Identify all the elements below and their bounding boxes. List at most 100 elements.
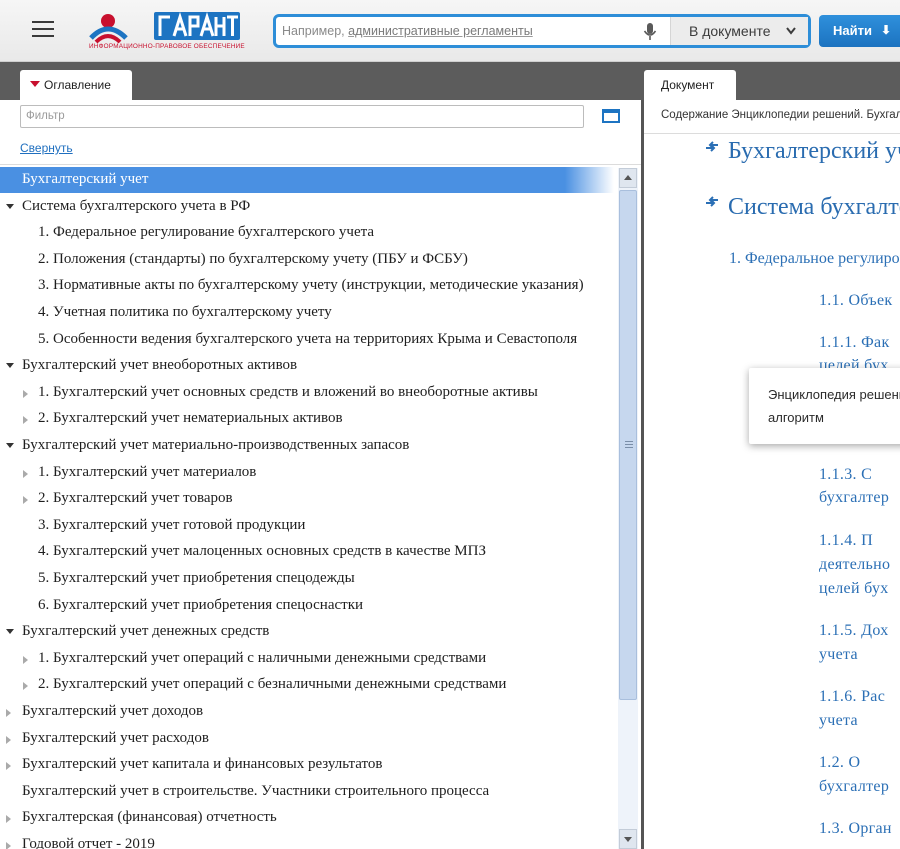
toc-item-label: 5. Бухгалтерский учет приобретения спецо…: [38, 570, 355, 586]
toc-item[interactable]: 2. Бухгалтерский учет нематериальных акт…: [0, 406, 614, 432]
toc-item[interactable]: 4. Бухгалтерский учет малоценных основны…: [0, 539, 614, 565]
collapsed-triangle-icon[interactable]: [6, 762, 11, 771]
collapsed-triangle-icon[interactable]: [6, 815, 11, 824]
document-toc-link[interactable]: бухгалтер: [819, 489, 889, 507]
document-toc-link[interactable]: 1.1.4. П: [819, 532, 873, 550]
toc-item[interactable]: 6. Бухгалтерский учет приобретения спецо…: [0, 593, 614, 619]
toc-item[interactable]: Бухгалтерский учет материально-производс…: [0, 433, 614, 459]
filter-placeholder: Фильтр: [26, 110, 65, 122]
toc-item[interactable]: Бухгалтерский учет внеоборотных активов: [0, 353, 614, 379]
tab-document[interactable]: Документ: [644, 70, 736, 100]
filter-input[interactable]: Фильтр: [20, 105, 584, 128]
anchor-link-icon[interactable]: [705, 141, 719, 153]
filter-panel-icon[interactable]: [602, 109, 620, 123]
toc-item-label: 2. Бухгалтерский учет товаров: [38, 490, 233, 507]
toc-item[interactable]: 5. Особенности ведения бухгалтерского уч…: [0, 327, 614, 353]
tooltip: Энциклопедия решений — алгоритм: [749, 368, 900, 444]
toc-item[interactable]: Бухгалтерская (финансовая) отчетность: [0, 805, 614, 831]
scroll-up-button[interactable]: [619, 168, 637, 188]
toc-tree: Бухгалтерский учет Система бухгалтерского…: [0, 167, 614, 849]
document-heading-2[interactable]: Система бухгалтерского учета в РФ: [728, 194, 900, 221]
search-input[interactable]: Например, административные регламенты: [282, 24, 632, 40]
document-toc-link[interactable]: 1.1.3. С: [819, 466, 872, 484]
toc-item-label: 4. Учетная политика по бухгалтерскому уч…: [38, 304, 332, 320]
toc-item-label: 3. Бухгалтерский учет готовой продукции: [38, 516, 306, 533]
document-heading-1[interactable]: Бухгалтерский учет: [728, 138, 900, 165]
collapsed-triangle-icon[interactable]: [23, 389, 28, 398]
document-toc-link[interactable]: 1.1.5. Дох: [819, 622, 889, 640]
toc-item[interactable]: 1. Бухгалтерский учет операций с наличны…: [0, 646, 614, 672]
expanded-triangle-icon[interactable]: [6, 363, 14, 369]
document-panel: Содержание Энциклопедии решений. Бухгалт…: [644, 100, 900, 849]
document-toc-link[interactable]: бухгалтер: [819, 778, 889, 796]
toc-item[interactable]: Бухгалтерский учет доходов: [0, 699, 614, 725]
toc-item[interactable]: 1. Федеральное регулирование бухгалтерск…: [0, 220, 614, 246]
expanded-triangle-icon[interactable]: [6, 203, 14, 209]
scroll-down-button[interactable]: [619, 829, 637, 849]
tab-toc[interactable]: Оглавление: [20, 70, 132, 100]
search-scope-value: В документе: [689, 23, 771, 39]
toc-item-label: 2. Бухгалтерский учет операций с безнали…: [38, 676, 507, 693]
find-button[interactable]: Найти ⬇: [819, 15, 900, 47]
document-toc-link[interactable]: деятельно: [819, 556, 890, 574]
document-toc-link[interactable]: 1.2. О: [819, 754, 860, 772]
toc-item[interactable]: 4. Учетная политика по бухгалтерскому уч…: [0, 300, 614, 326]
find-button-label: Найти: [833, 23, 872, 38]
collapsed-triangle-icon[interactable]: [23, 416, 28, 425]
toc-item-label: Бухгалтерский учет: [22, 171, 149, 187]
document-toc-link[interactable]: 1.1.1. Фак: [819, 334, 890, 352]
toc-item[interactable]: 3. Бухгалтерский учет готовой продукции: [0, 513, 614, 539]
tooltip-line: Энциклопедия решений —: [768, 387, 900, 402]
toc-item[interactable]: 1. Бухгалтерский учет основных средств и…: [0, 380, 614, 406]
scroll-thumb[interactable]: [619, 190, 637, 700]
tab-strip: Оглавление Документ: [0, 62, 900, 100]
breadcrumb: Содержание Энциклопедии решений. Бухгалт…: [661, 109, 900, 121]
tab-document-label: Документ: [661, 78, 715, 92]
expanded-triangle-icon[interactable]: [6, 443, 14, 448]
tab-toc-label: Оглавление: [44, 78, 111, 92]
toc-item[interactable]: 2. Бухгалтерский учет товаров: [0, 486, 614, 512]
hamburger-icon[interactable]: [32, 21, 54, 39]
toc-item[interactable]: 3. Нормативные акты по бухгалтерскому уч…: [0, 273, 614, 299]
collapsed-triangle-icon[interactable]: [23, 469, 28, 478]
toc-item-label: Бухгалтерский учет капитала и финансовых…: [22, 756, 383, 773]
toc-item[interactable]: Годовой отчет - 2019: [0, 832, 614, 849]
collapsed-triangle-icon[interactable]: [6, 735, 11, 744]
collapsed-triangle-icon[interactable]: [6, 842, 11, 849]
anchor-link-icon[interactable]: [705, 196, 719, 208]
toc-item[interactable]: 2. Бухгалтерский учет операций с безнали…: [0, 672, 614, 698]
document-section-link[interactable]: 1. Федеральное регулирование бухгалтерск…: [729, 250, 900, 268]
toc-scrollbar[interactable]: [618, 168, 638, 849]
toc-item[interactable]: Бухгалтерский учет денежных средств: [0, 619, 614, 645]
toc-item-label: 5. Особенности ведения бухгалтерского уч…: [38, 330, 578, 347]
collapse-all-link[interactable]: Свернуть: [20, 141, 73, 155]
toc-item[interactable]: Система бухгалтерского учета в РФ: [0, 194, 614, 220]
document-toc-link[interactable]: 1.3. Орган: [819, 820, 892, 838]
document-toc-link[interactable]: 1.1. Объек: [819, 292, 892, 310]
collapse-triangle-icon[interactable]: [30, 81, 40, 87]
search-suggestion-link[interactable]: административные регламенты: [348, 24, 533, 38]
collapsed-triangle-icon[interactable]: [23, 655, 28, 664]
toc-item[interactable]: Бухгалтерский учет расходов: [0, 726, 614, 752]
toc-item[interactable]: Бухгалтерский учет: [0, 167, 614, 193]
document-toc-link[interactable]: целей бух: [819, 580, 889, 598]
toc-item-label: 1. Бухгалтерский учет материалов: [38, 463, 257, 480]
toc-item[interactable]: 2. Положения (стандарты) по бухгалтерско…: [0, 247, 614, 273]
collapsed-triangle-icon[interactable]: [23, 496, 28, 505]
search-scope-dropdown[interactable]: В документе: [670, 17, 808, 45]
expanded-triangle-icon[interactable]: [6, 629, 14, 635]
document-toc-link[interactable]: 1.1.6. Рас: [819, 688, 885, 706]
collapsed-triangle-icon[interactable]: [6, 709, 11, 717]
toc-item-label: 6. Бухгалтерский учет приобретения спецо…: [38, 596, 364, 613]
toc-item[interactable]: Бухгалтерский учет капитала и финансовых…: [0, 752, 614, 778]
microphone-icon[interactable]: [643, 23, 657, 41]
toc-item-label: Бухгалтерский учет доходов: [22, 703, 204, 719]
toc-item[interactable]: 5. Бухгалтерский учет приобретения спецо…: [0, 566, 614, 592]
document-toc-link[interactable]: учета: [819, 646, 858, 664]
toc-item[interactable]: 1. Бухгалтерский учет материалов: [0, 460, 614, 486]
collapsed-triangle-icon[interactable]: [23, 682, 28, 691]
tooltip-line: алгоритм: [768, 410, 824, 425]
toc-item[interactable]: Бухгалтерский учет в строительстве. Учас…: [0, 779, 614, 805]
document-toc-link[interactable]: учета: [819, 712, 858, 730]
toc-item-label: Бухгалтерская (финансовая) отчетность: [22, 809, 277, 826]
